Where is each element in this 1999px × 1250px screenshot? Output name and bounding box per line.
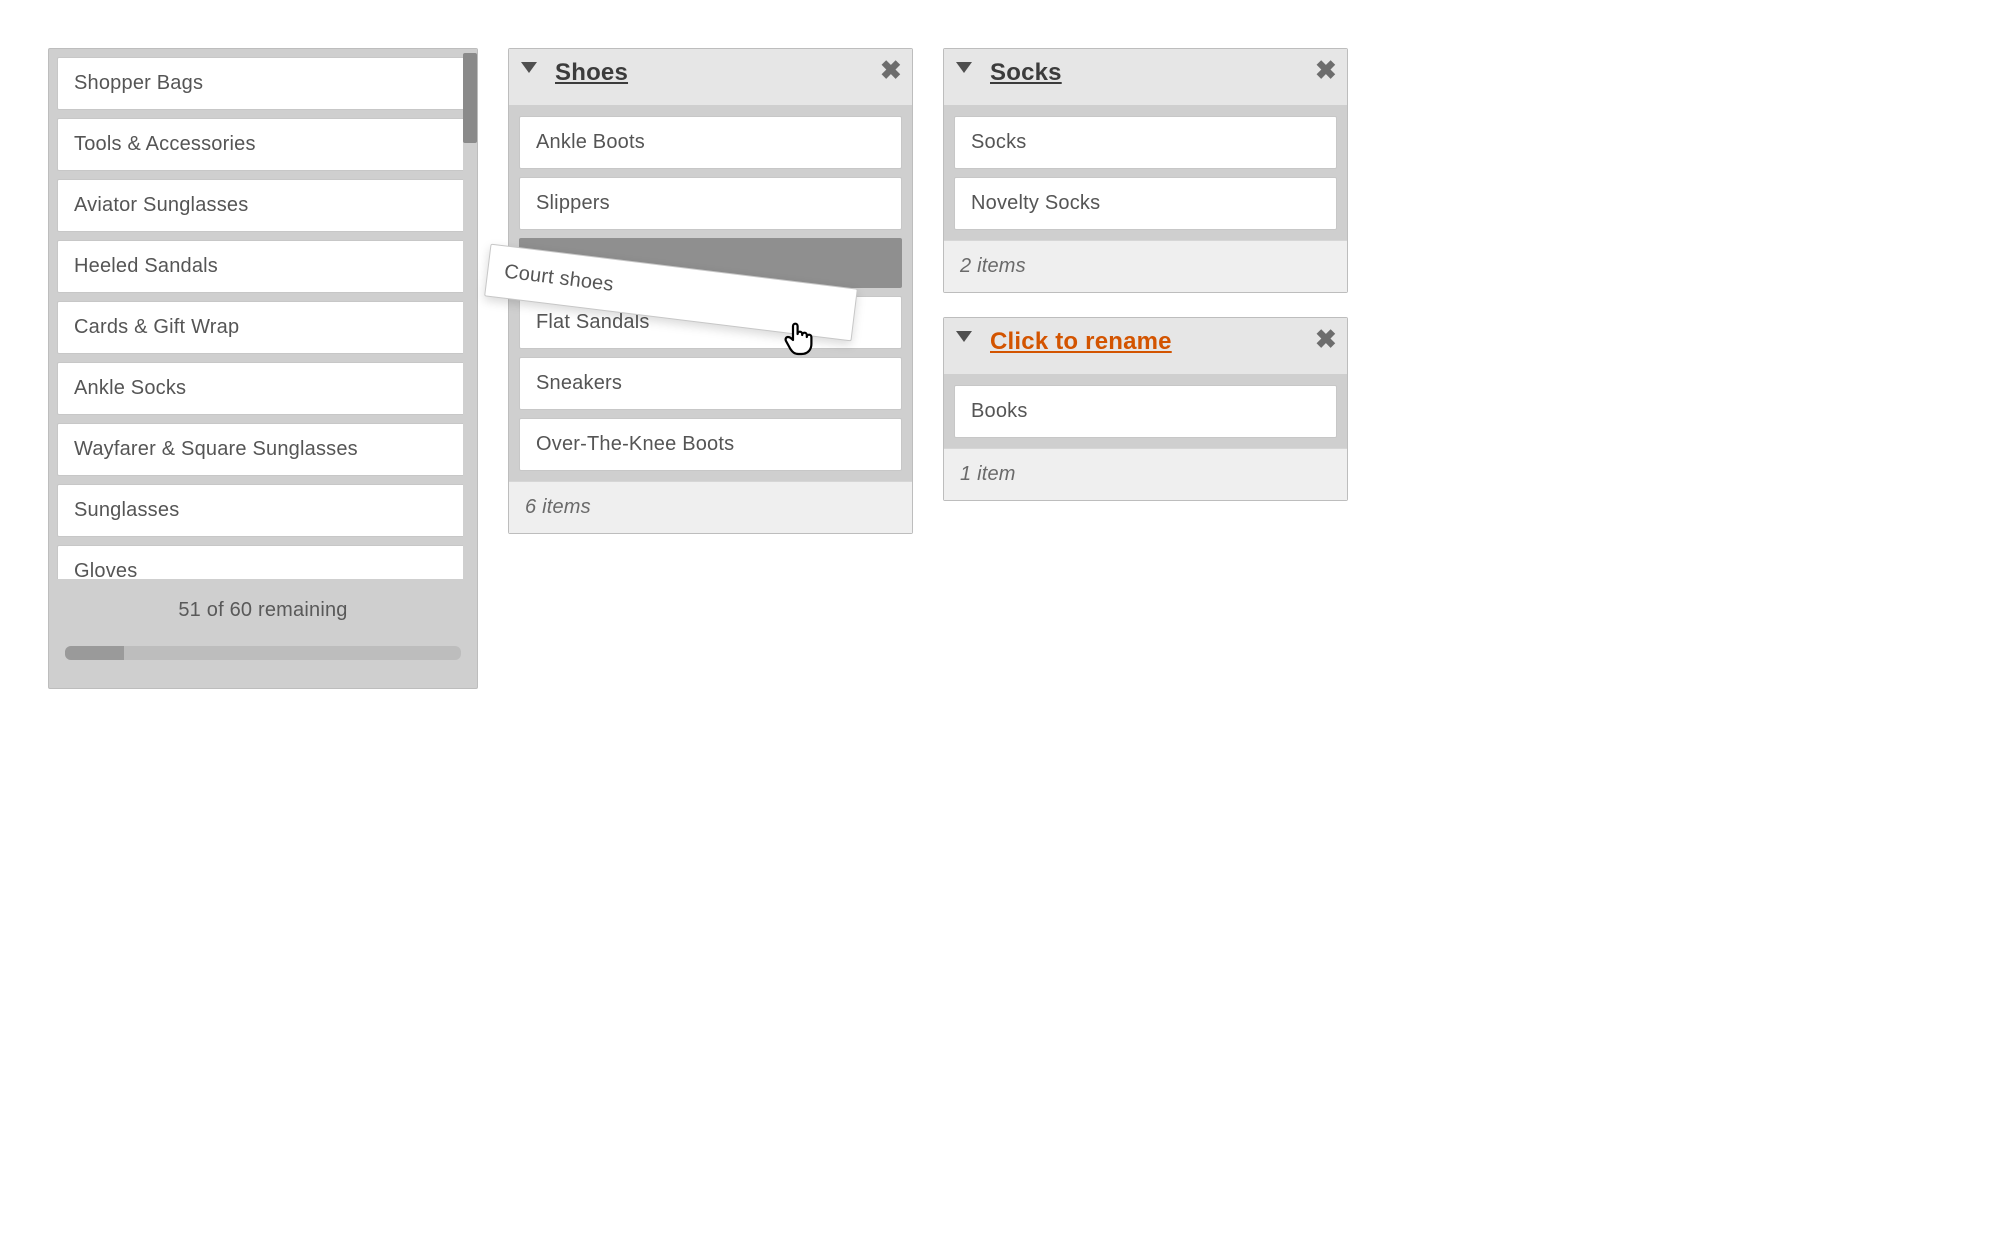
remaining-count-text: 51 of 60 remaining [59, 599, 467, 622]
group-title[interactable]: Shoes [555, 59, 628, 87]
group-body[interactable]: Books [944, 375, 1347, 448]
source-item[interactable]: Wayfarer & Square Sunglasses [57, 423, 469, 476]
source-panel: Shopper Bags Tools & Accessories Aviator S… [48, 48, 478, 689]
group-header: Click to rename ✖ [944, 318, 1347, 375]
group-item-count: 2 items [944, 240, 1347, 292]
group-item-count: 1 item [944, 448, 1347, 500]
group-panel-new: Click to rename ✖ Books 1 item [943, 317, 1348, 501]
scrollbar-track[interactable] [463, 49, 477, 579]
group-item[interactable]: Novelty Socks [954, 177, 1337, 230]
group-title-rename[interactable]: Click to rename [990, 328, 1172, 356]
scrollbar-thumb[interactable] [463, 53, 477, 143]
close-icon[interactable]: ✖ [1315, 57, 1337, 83]
group-panel-socks: Socks ✖ Socks Novelty Socks 2 items [943, 48, 1348, 293]
group-body[interactable]: Socks Novelty Socks [944, 106, 1347, 240]
close-icon[interactable]: ✖ [1315, 326, 1337, 352]
source-item[interactable]: Heeled Sandals [57, 240, 469, 293]
group-panel-shoes: Shoes ✖ Ankle Boots Slippers Flat Sandals S… [508, 48, 913, 534]
close-icon[interactable]: ✖ [880, 57, 902, 83]
group-title[interactable]: Socks [990, 59, 1062, 87]
group-body[interactable]: Ankle Boots Slippers Flat Sandals Sneakers O… [509, 106, 912, 481]
group-item[interactable]: Sneakers [519, 357, 902, 410]
chevron-down-icon[interactable] [956, 61, 972, 73]
source-item[interactable]: Cards & Gift Wrap [57, 301, 469, 354]
group-header: Shoes ✖ [509, 49, 912, 106]
source-item[interactable]: Tools & Accessories [57, 118, 469, 171]
source-item[interactable]: Gloves [57, 545, 469, 579]
group-item[interactable]: Books [954, 385, 1337, 438]
source-item[interactable]: Aviator Sunglasses [57, 179, 469, 232]
source-item[interactable]: Ankle Socks [57, 362, 469, 415]
source-scroll-area[interactable]: Shopper Bags Tools & Accessories Aviator S… [49, 49, 477, 579]
source-footer: 51 of 60 remaining [49, 579, 477, 688]
group-item-count: 6 items [509, 481, 912, 533]
chevron-down-icon[interactable] [521, 61, 537, 73]
group-item[interactable]: Over-The-Knee Boots [519, 418, 902, 471]
progress-bar-fill [65, 646, 124, 660]
progress-bar [65, 646, 461, 660]
source-item[interactable]: Sunglasses [57, 484, 469, 537]
card-sort-canvas: Shopper Bags Tools & Accessories Aviator S… [48, 48, 1951, 689]
group-item[interactable]: Socks [954, 116, 1337, 169]
group-item[interactable]: Ankle Boots [519, 116, 902, 169]
chevron-down-icon[interactable] [956, 330, 972, 342]
group-item[interactable]: Flat Sandals [519, 296, 902, 349]
group-header: Socks ✖ [944, 49, 1347, 106]
group-item[interactable]: Slippers [519, 177, 902, 230]
source-item[interactable]: Shopper Bags [57, 57, 469, 110]
drop-placeholder[interactable] [519, 238, 902, 288]
